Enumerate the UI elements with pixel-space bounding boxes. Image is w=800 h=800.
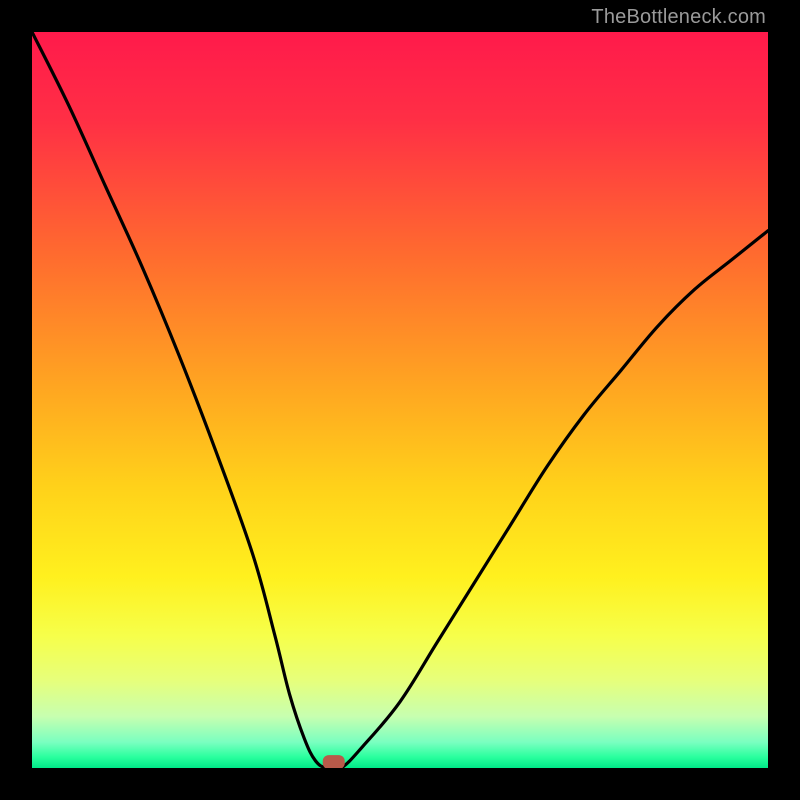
watermark-text: TheBottleneck.com — [591, 6, 766, 29]
black-frame — [0, 0, 800, 800]
